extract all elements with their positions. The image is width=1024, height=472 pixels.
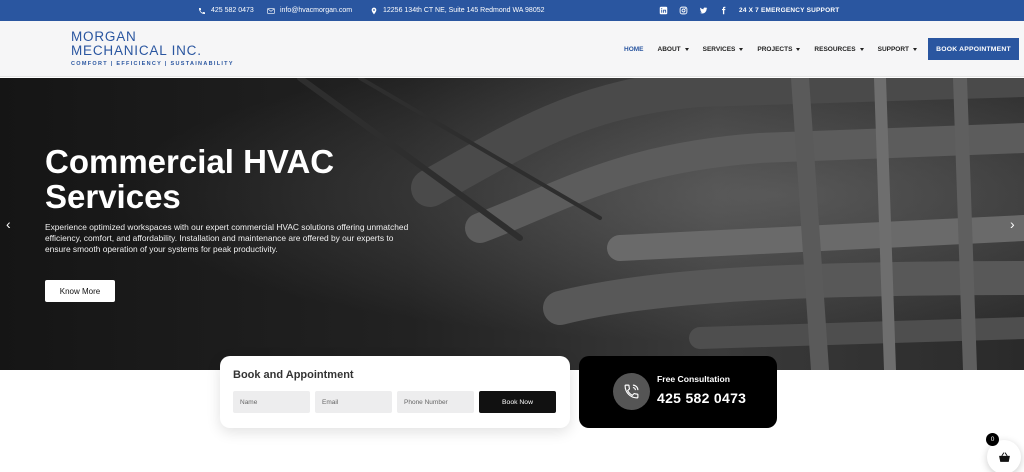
consultation-phone[interactable]: 425 582 0473 xyxy=(657,390,746,406)
twitter-icon[interactable] xyxy=(699,6,708,15)
booking-title: Book and Appointment xyxy=(233,369,354,381)
location-pin-icon xyxy=(371,7,377,14)
nav-label: RESOURCES xyxy=(814,45,856,53)
know-more-button[interactable]: Know More xyxy=(45,280,115,302)
emergency-support: 24 X 7 EMERGENCY SUPPORT xyxy=(739,7,840,14)
chevron-down-icon xyxy=(684,47,689,51)
hero-description: Experience optimized workspaces with our… xyxy=(45,222,409,255)
book-appointment-button[interactable]: BOOK APPOINTMENT xyxy=(928,38,1019,60)
nav-resources[interactable]: RESOURCES xyxy=(814,45,864,53)
topbar-address[interactable]: 12256 134th CT NE, Suite 145 Redmond WA … xyxy=(370,0,545,21)
topbar-address-text: 12256 134th CT NE, Suite 145 Redmond WA … xyxy=(383,7,545,14)
nav-label: SUPPORT xyxy=(877,45,910,53)
nav-services[interactable]: SERVICES xyxy=(703,46,744,53)
topbar-phone[interactable]: 425 582 0473 xyxy=(198,0,254,21)
booking-form-card: Book and Appointment Name Email Phone Nu… xyxy=(220,356,570,428)
chevron-down-icon xyxy=(913,47,918,51)
facebook-icon[interactable] xyxy=(719,6,728,15)
email-icon xyxy=(267,7,275,14)
top-bar: 425 582 0473 info@hvacmorgan.com 12256 1… xyxy=(0,0,1024,21)
nav-projects[interactable]: PROJECTS xyxy=(757,45,801,53)
page: 425 582 0473 info@hvacmorgan.com 12256 1… xyxy=(0,0,1024,472)
topbar-phone-text: 425 582 0473 xyxy=(211,7,254,14)
basket-icon xyxy=(998,451,1010,462)
free-consultation-card[interactable]: Free Consultation 425 582 0473 xyxy=(579,356,777,428)
logo-tagline: COMFORT | EFFICIENCY | SUSTAINABILITY xyxy=(71,61,234,67)
nav-label: HOME xyxy=(624,45,644,53)
slider-next-arrow-icon[interactable]: › xyxy=(1010,217,1015,231)
main-nav: HOME ABOUT SERVICES PROJECTS RESOURCES S… xyxy=(624,21,918,77)
nav-label: SERVICES xyxy=(702,45,736,53)
phone-icon xyxy=(199,7,205,14)
nav-support[interactable]: SUPPORT xyxy=(877,45,918,53)
chevron-down-icon xyxy=(739,47,744,51)
nav-label: PROJECTS xyxy=(757,45,793,53)
instagram-icon[interactable] xyxy=(679,6,688,15)
nav-home[interactable]: HOME xyxy=(624,46,644,53)
hero-title: Commercial HVAC Services xyxy=(45,143,335,215)
phone-number-input[interactable]: Phone Number xyxy=(397,391,474,413)
nav-about[interactable]: ABOUT xyxy=(658,46,689,53)
book-now-button[interactable]: Book Now xyxy=(479,391,556,413)
email-input[interactable]: Email xyxy=(315,391,392,413)
chevron-down-icon xyxy=(796,47,801,51)
cart-count-badge: 0 xyxy=(986,433,999,446)
logo-line-1: MORGAN xyxy=(71,29,137,44)
site-header: MORGAN MECHANICAL INC. COMFORT | EFFICIE… xyxy=(0,21,1024,77)
chevron-down-icon xyxy=(859,47,864,51)
consultation-title: Free Consultation xyxy=(657,374,731,384)
topbar-email-text: info@hvacmorgan.com xyxy=(280,7,353,14)
logo-line-2: MECHANICAL INC. xyxy=(71,43,202,58)
hero-slider: Commercial HVAC Services Experience opti… xyxy=(0,78,1024,370)
linkedin-icon[interactable] xyxy=(659,6,668,15)
slider-prev-arrow-icon[interactable]: ‹ xyxy=(6,217,11,231)
name-input[interactable]: Name xyxy=(233,391,310,413)
logo[interactable]: MORGAN MECHANICAL INC. COMFORT | EFFICIE… xyxy=(71,29,234,68)
social-links xyxy=(659,0,728,21)
topbar-email[interactable]: info@hvacmorgan.com xyxy=(267,0,352,21)
nav-label: ABOUT xyxy=(657,45,681,53)
phone-call-icon xyxy=(624,384,639,399)
phone-icon-circle xyxy=(613,373,650,410)
